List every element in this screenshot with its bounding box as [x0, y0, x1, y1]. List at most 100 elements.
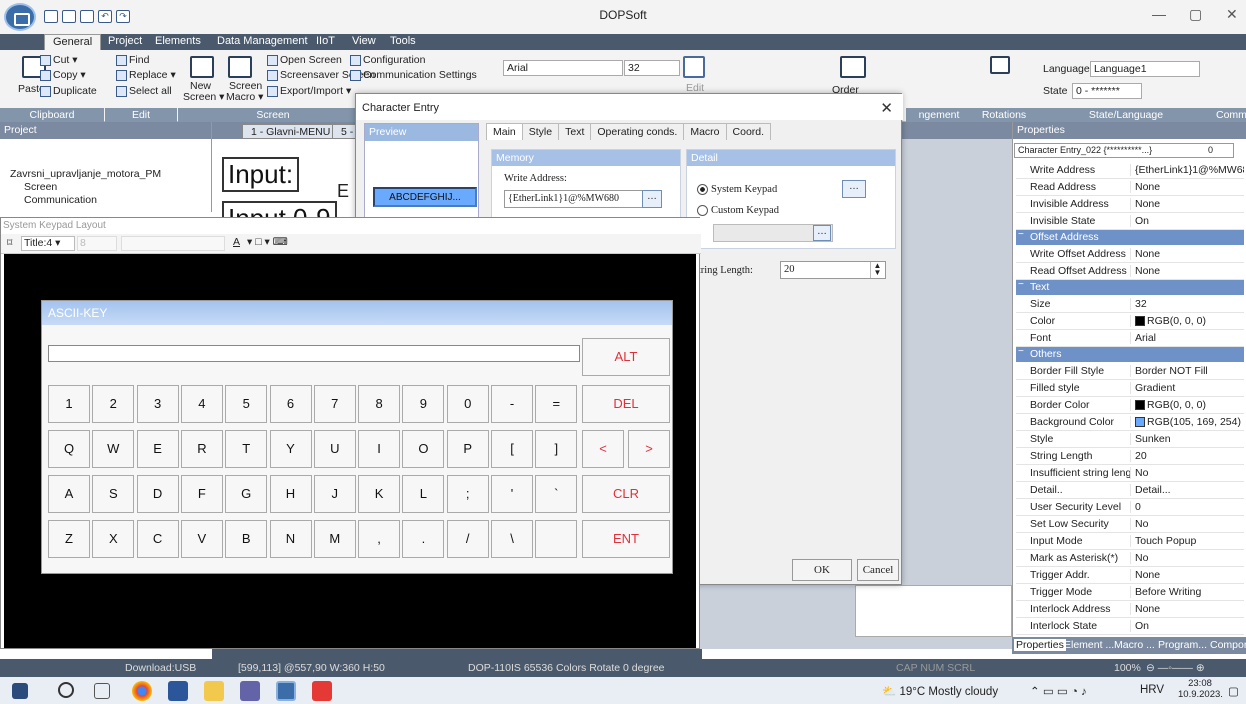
export-import-button[interactable]: Export/Import ▾	[267, 85, 351, 97]
property-row[interactable]: Read Offset Address None	[1016, 263, 1244, 280]
property-row[interactable]: Filled style Gradient	[1016, 380, 1244, 397]
property-row[interactable]: Border Color RGB(0, 0, 0)	[1016, 397, 1244, 414]
key[interactable]: L	[402, 475, 445, 513]
key[interactable]: Z	[48, 520, 90, 558]
property-row[interactable]: Write Address {EtherLink1}1@%MW680	[1016, 162, 1244, 179]
tab-program[interactable]: Program...	[1158, 639, 1207, 651]
property-category[interactable]: Others	[1016, 347, 1244, 362]
font-family-select[interactable]: Arial	[503, 60, 623, 76]
rotate-icon[interactable]	[990, 56, 1010, 74]
task-view-icon[interactable]	[94, 683, 110, 699]
key[interactable]: I	[358, 430, 401, 468]
tab-general[interactable]: General	[44, 34, 102, 50]
custom-keypad-browse-button[interactable]: …	[813, 225, 831, 241]
clock[interactable]: 23:08 10.9.2023.	[1178, 678, 1223, 700]
stepper-arrows-icon[interactable]: ▲ ▼	[870, 262, 884, 278]
cut-button[interactable]: Cut ▾	[40, 54, 78, 66]
key[interactable]: O	[402, 430, 445, 468]
key[interactable]: Y	[269, 430, 312, 468]
acrobat-icon[interactable]	[312, 681, 332, 701]
property-row[interactable]: Mark as Asterisk(*) No	[1016, 550, 1244, 567]
dialog-tab-main[interactable]: Main	[486, 123, 523, 140]
property-value[interactable]: None	[1130, 181, 1244, 193]
key[interactable]: X	[92, 520, 135, 558]
property-row[interactable]: Interlock Address None	[1016, 601, 1244, 618]
property-row[interactable]: Read Address None	[1016, 179, 1244, 196]
ent-key[interactable]: ENT	[582, 520, 670, 558]
key[interactable]: 4	[180, 385, 223, 423]
title-select[interactable]: Title:4 ▾	[21, 236, 75, 251]
key[interactable]: 7	[313, 385, 356, 423]
key[interactable]: M	[313, 520, 356, 558]
key[interactable]: Q	[48, 430, 90, 468]
del-key[interactable]: DEL	[582, 385, 670, 423]
key[interactable]: P	[446, 430, 489, 468]
key[interactable]: -	[491, 385, 533, 423]
keypad-input-display[interactable]	[48, 345, 580, 362]
property-value[interactable]: None	[1130, 198, 1244, 210]
key[interactable]: N	[269, 520, 312, 558]
property-value[interactable]: 0	[1130, 501, 1244, 513]
key[interactable]: V	[180, 520, 223, 558]
dialog-tab-operating[interactable]: Operating conds.	[590, 123, 685, 140]
font-color-icon[interactable]: A	[233, 236, 240, 248]
tab-properties[interactable]: Properties	[1014, 639, 1066, 651]
custom-keypad-radio[interactable]: Custom Keypad	[697, 205, 779, 216]
key[interactable]: T	[225, 430, 268, 468]
configuration-button[interactable]: Configuration	[350, 54, 425, 66]
property-row[interactable]: String Length 20	[1016, 448, 1244, 465]
chrome-icon[interactable]	[132, 681, 152, 701]
property-row[interactable]: Trigger Addr. None	[1016, 567, 1244, 584]
teams-icon[interactable]	[240, 681, 260, 701]
property-value[interactable]: No	[1130, 467, 1244, 479]
tab-data-management[interactable]: Data Management	[217, 35, 308, 47]
property-row[interactable]: Invisible Address None	[1016, 196, 1244, 213]
key[interactable]: ;	[446, 475, 489, 513]
system-keypad-config-button[interactable]: …	[842, 180, 866, 198]
key[interactable]: 5	[225, 385, 268, 423]
font-size-select[interactable]: 32	[624, 60, 680, 76]
key[interactable]: K	[358, 475, 401, 513]
property-value[interactable]: RGB(105, 169, 254)	[1130, 416, 1244, 428]
system-keypad-radio[interactable]: System Keypad	[697, 184, 777, 195]
key[interactable]: 9	[402, 385, 445, 423]
key[interactable]: 2	[92, 385, 135, 423]
key[interactable]: .	[402, 520, 445, 558]
search-icon[interactable]	[58, 682, 74, 698]
property-value[interactable]: None	[1130, 248, 1244, 260]
tree-item-screen[interactable]: Screen	[24, 181, 57, 193]
property-value[interactable]: On	[1130, 215, 1244, 227]
tray-icons[interactable]: ⌃ ▭ ▭ ◔ ♪	[1030, 684, 1087, 698]
property-row[interactable]: Interlock State On	[1016, 618, 1244, 635]
find-button[interactable]: Find	[116, 54, 149, 66]
key[interactable]: U	[313, 430, 356, 468]
dialog-tab-style[interactable]: Style	[521, 123, 560, 140]
alt-key[interactable]: ALT	[582, 338, 670, 376]
minimize-button[interactable]: —	[1152, 6, 1166, 22]
notification-icon[interactable]: ▢	[1228, 684, 1239, 698]
tab-element[interactable]: Element ...	[1064, 639, 1114, 651]
key[interactable]: F	[180, 475, 223, 513]
maximize-button[interactable]: ▢	[1189, 6, 1202, 23]
tree-item-communication[interactable]: Communication	[24, 194, 97, 206]
property-row[interactable]: Invisible State On	[1016, 213, 1244, 230]
key[interactable]: C	[136, 520, 179, 558]
key[interactable]	[535, 520, 578, 558]
property-row[interactable]: Write Offset Address None	[1016, 246, 1244, 263]
property-row[interactable]: Input Mode Touch Popup	[1016, 533, 1244, 550]
key[interactable]: J	[313, 475, 356, 513]
property-value[interactable]: Gradient	[1130, 382, 1244, 394]
property-row[interactable]: User Security Level 0	[1016, 499, 1244, 516]
key[interactable]: 8	[358, 385, 401, 423]
key[interactable]: /	[446, 520, 489, 558]
key[interactable]: ]	[535, 430, 578, 468]
write-address-browse-button[interactable]: …	[642, 190, 662, 208]
select-all-button[interactable]: Select all	[116, 85, 172, 97]
property-value[interactable]: RGB(0, 0, 0)	[1130, 399, 1244, 411]
new-screen-dropdown[interactable]: Screen ▾	[183, 91, 224, 103]
tab-view[interactable]: View	[352, 35, 376, 47]
ok-button[interactable]: OK	[792, 559, 852, 581]
property-category[interactable]: Offset Address	[1016, 230, 1244, 245]
dialog-tab-macro[interactable]: Macro	[683, 123, 727, 140]
key[interactable]: W	[92, 430, 135, 468]
